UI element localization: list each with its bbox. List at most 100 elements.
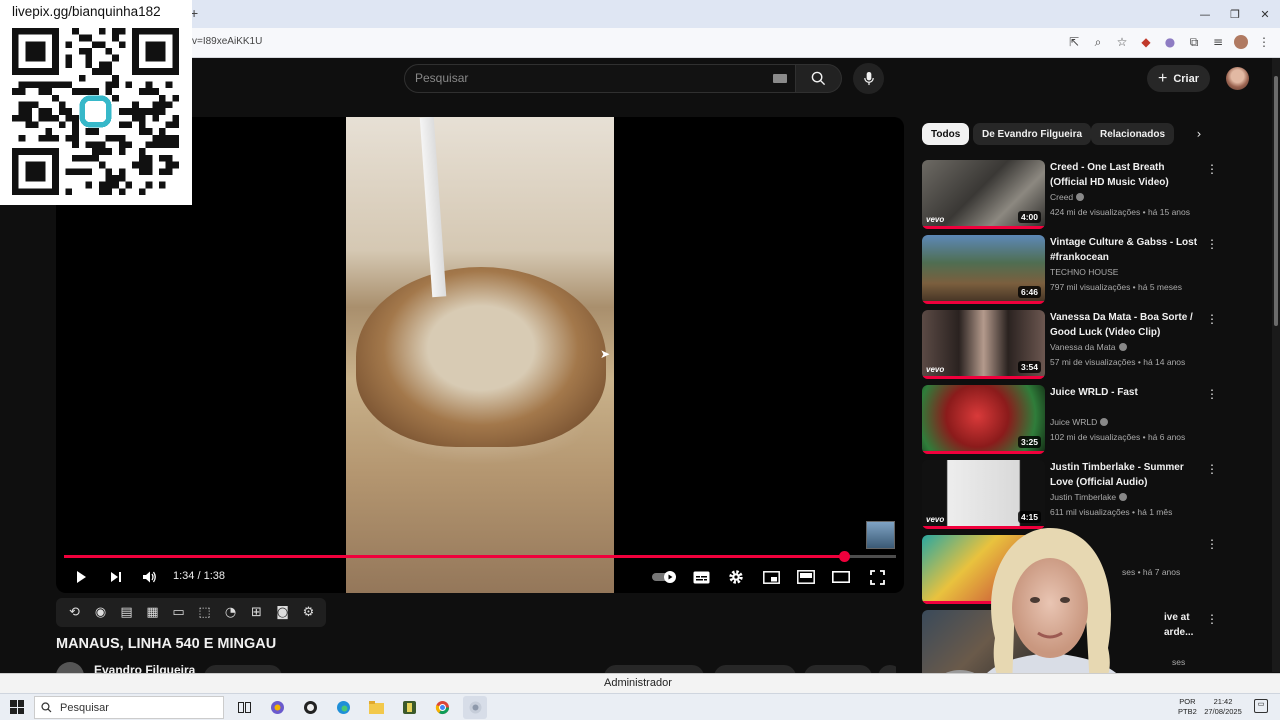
chip-related[interactable]: Relacionados <box>1091 123 1175 145</box>
plus-icon: + <box>1157 69 1168 87</box>
video-thumbnail[interactable]: 3:25 <box>922 385 1045 454</box>
recommendation-channel: Juice WRLD <box>1050 417 1109 427</box>
notification-icon[interactable]: ▭ <box>1254 699 1268 713</box>
pip-button[interactable] <box>793 564 819 590</box>
taskbar-search[interactable]: Pesquisar <box>34 696 224 719</box>
url-text[interactable]: v=I89xeAiKK1U <box>192 36 262 47</box>
recommendation-item[interactable]: vevo 3:54 Vanessa Da Mata - Boa Sorte / … <box>922 310 1222 380</box>
aspect-ratio-icon[interactable]: ▭ <box>168 602 189 623</box>
video-thumbnail[interactable]: vevo 4:00 <box>922 160 1045 229</box>
loop-icon[interactable]: ⟲ <box>64 602 85 623</box>
play-button[interactable] <box>68 564 94 590</box>
profile-avatar[interactable] <box>1234 35 1248 49</box>
video-thumbnail[interactable]: vevo 3:54 <box>922 310 1045 379</box>
app-icon[interactable] <box>397 696 421 719</box>
video-thumbnail[interactable]: 6:46 <box>922 235 1045 304</box>
chevron-right-icon[interactable]: › <box>1190 125 1208 143</box>
recommendation-item[interactable]: 6:46 Vintage Culture & Gabss - Lost #fra… <box>922 235 1222 305</box>
volume-button[interactable] <box>137 564 163 590</box>
account-avatar[interactable] <box>1226 67 1249 90</box>
recommendation-channel: TECHNO HOUSE <box>1050 267 1119 277</box>
search-button[interactable] <box>796 64 842 93</box>
system-clock[interactable]: 21:42 27/08/2025 <box>1201 697 1245 717</box>
recommendation-title: Juice WRLD - Fast <box>1050 387 1138 398</box>
more-vert-icon[interactable]: ⋮ <box>1206 312 1218 326</box>
time-display: 1:34 / 1:38 <box>173 570 225 582</box>
chip-all[interactable]: Todos <box>922 123 970 145</box>
file-explorer-icon[interactable] <box>364 696 388 719</box>
language-indicator[interactable]: POR PTB2 <box>1178 697 1197 717</box>
recommendation-item[interactable]: 3:25 Juice WRLD - Fast Juice WRLD 102 mi… <box>922 385 1222 455</box>
clapperboard-icon[interactable]: ▦ <box>142 602 163 623</box>
miniplayer-button[interactable] <box>758 564 784 590</box>
close-window-button[interactable]: ✕ <box>1250 0 1280 28</box>
browser-menu-icon[interactable]: ⋮ <box>1256 33 1272 51</box>
watched-bar <box>922 301 1045 304</box>
skip-next-icon <box>111 572 121 582</box>
duration-badge: 3:54 <box>1017 361 1041 373</box>
more-vert-icon[interactable]: ⋮ <box>1206 537 1218 551</box>
donation-link-text: livepix.gg/bianquinha182 <box>12 4 161 19</box>
playlist-icon[interactable]: ▤ <box>116 602 137 623</box>
zoom-icon[interactable]: ⌕ <box>1090 33 1106 51</box>
obs-icon[interactable] <box>298 696 322 719</box>
chip-from-channel[interactable]: De Evandro Filgueira <box>973 123 1092 145</box>
autoplay-toggle[interactable] <box>650 564 680 590</box>
extension-icon[interactable]: ◆ <box>1138 33 1154 51</box>
page-scrollbar[interactable] <box>1272 58 1280 672</box>
windows-start-icon[interactable] <box>10 700 24 714</box>
admin-banner-text: Administrador <box>604 677 672 689</box>
edge-icon[interactable] <box>331 696 355 719</box>
extensions-puzzle-icon[interactable]: ⧉ <box>1186 33 1202 51</box>
camera-icon[interactable]: ◙ <box>272 602 293 623</box>
search-input[interactable] <box>415 71 755 85</box>
vevo-logo: vevo <box>926 215 945 224</box>
recommendation-item[interactable]: vevo 4:00 Creed - One Last Breath (Offic… <box>922 160 1222 230</box>
crop-icon[interactable]: ⬚ <box>194 602 215 623</box>
scrollbar-thumb[interactable] <box>1274 76 1278 326</box>
create-button[interactable]: + Criar <box>1147 65 1210 92</box>
chrome-icon[interactable] <box>430 696 454 719</box>
extension-icon[interactable]: ● <box>1162 33 1178 51</box>
restore-button[interactable]: ❐ <box>1220 0 1250 28</box>
theater-mode-icon <box>832 571 850 583</box>
recommendation-title: Vintage Culture & Gabss - Lost #frankoce… <box>1050 237 1198 263</box>
install-app-icon[interactable]: ⇱ <box>1066 33 1082 51</box>
play-icon <box>77 571 86 583</box>
reading-list-icon[interactable]: ≡ <box>1210 33 1226 51</box>
keyboard-icon[interactable] <box>773 74 787 83</box>
more-vert-icon[interactable]: ⋮ <box>1206 162 1218 176</box>
microphone-icon <box>863 71 874 86</box>
app-icon[interactable] <box>463 696 487 719</box>
progress-fill <box>64 555 845 558</box>
fullscreen-button[interactable] <box>864 564 890 590</box>
settings-button[interactable] <box>723 564 749 590</box>
donation-overlay: livepix.gg/bianquinha182 <box>0 0 192 205</box>
theater-mode-button[interactable] <box>828 564 854 590</box>
search-box <box>404 64 796 93</box>
gear-icon[interactable]: ⚙ <box>298 602 319 623</box>
more-vert-icon[interactable]: ⋮ <box>1206 462 1218 476</box>
watched-bar <box>922 376 1045 379</box>
more-vert-icon[interactable]: ⋮ <box>1206 387 1218 401</box>
more-vert-icon[interactable]: ⋮ <box>1206 612 1218 626</box>
subtitles-button[interactable] <box>688 564 714 590</box>
qr-code-icon <box>12 28 179 195</box>
more-vert-icon[interactable]: ⋮ <box>1206 237 1218 251</box>
progress-scrubber[interactable] <box>839 551 851 562</box>
copilot-icon[interactable] <box>265 696 289 719</box>
taskbar-apps <box>232 696 487 719</box>
minimize-button[interactable]: — <box>1190 0 1220 28</box>
speed-icon[interactable]: ◔ <box>220 602 241 623</box>
broadcast-icon[interactable]: ◉ <box>90 602 111 623</box>
recommendation-meta: 424 mi de visualizações • há 15 anos <box>1050 207 1191 217</box>
recommendation-channel: Justin Timberlake <box>1050 492 1128 502</box>
progress-bar[interactable] <box>64 551 896 562</box>
voice-search-button[interactable] <box>853 63 884 94</box>
task-view-icon[interactable] <box>232 696 256 719</box>
add-frame-icon[interactable]: ⊞ <box>246 602 267 623</box>
next-button[interactable] <box>103 564 129 590</box>
bookmark-star-icon[interactable]: ☆ <box>1114 33 1130 51</box>
seek-preview-thumbnail <box>866 521 895 549</box>
picture-in-picture-icon <box>797 570 815 584</box>
